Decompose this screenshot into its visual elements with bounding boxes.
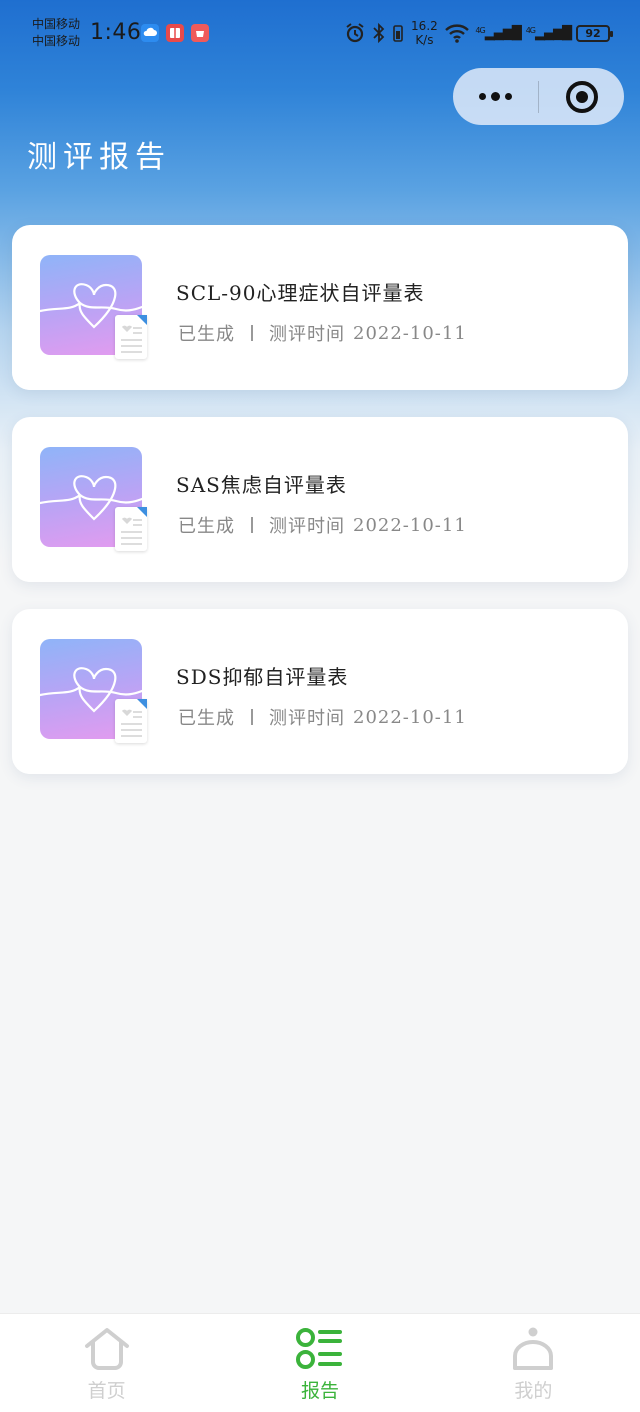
target-icon xyxy=(565,80,598,113)
meta-divider xyxy=(251,517,253,533)
tab-home[interactable]: 首页 xyxy=(0,1314,213,1412)
network-speed: 16.2 K/s xyxy=(411,19,438,47)
status-bar: 中国移动 中国移动 1:46 16.2 K/s 4G▂▄▆█ 4G▂▄▆█ 92 xyxy=(0,0,640,66)
report-card[interactable]: SAS焦虑自评量表 已生成 测评时间 2022-10-11 xyxy=(12,417,628,582)
card-surface: SCL-90心理症状自评量表 已生成 测评时间 2022-10-11 xyxy=(12,225,628,390)
home-icon xyxy=(84,1328,129,1370)
shop-app-icon xyxy=(191,24,209,42)
report-name: SDS抑郁自评量表 xyxy=(176,665,349,689)
user-icon xyxy=(513,1327,554,1370)
time-label: 测评时间 xyxy=(269,324,345,345)
report-date: 2022-10-11 xyxy=(353,514,467,536)
report-status: 已生成 xyxy=(178,324,235,345)
meta-divider xyxy=(251,709,253,725)
tab-bar: 首页 报告 我的 xyxy=(0,1313,640,1412)
more-dot-icon xyxy=(491,92,500,101)
page-title: 测评报告 xyxy=(27,140,171,175)
tab-report-label: 报告 xyxy=(300,1380,339,1402)
close-miniprogram-button[interactable] xyxy=(539,68,624,125)
status-icons: 16.2 K/s 4G▂▄▆█ 4G▂▄▆█ 92 xyxy=(344,18,613,48)
carrier-2: 中国移动 xyxy=(32,34,81,48)
card-surface: SDS抑郁自评量表 已生成 测评时间 2022-10-11 xyxy=(12,609,628,774)
tab-mine[interactable]: 我的 xyxy=(427,1314,640,1412)
report-status: 已生成 xyxy=(178,516,235,537)
document-icon xyxy=(115,315,147,359)
meta-divider xyxy=(251,325,253,341)
tab-mine-label: 我的 xyxy=(514,1380,553,1402)
signal-2-icon: 4G▂▄▆█ xyxy=(525,25,572,41)
report-meta: 已生成 测评时间 2022-10-11 xyxy=(178,512,467,538)
alarm-icon xyxy=(346,23,365,43)
report-date: 2022-10-11 xyxy=(353,322,467,344)
miniprogram-capsule xyxy=(453,68,624,125)
card-surface: SAS焦虑自评量表 已生成 测评时间 2022-10-11 xyxy=(12,417,628,582)
book-app-icon xyxy=(166,24,184,42)
report-card[interactable]: SCL-90心理症状自评量表 已生成 测评时间 2022-10-11 xyxy=(12,225,628,390)
tab-home-label: 首页 xyxy=(87,1380,126,1402)
report-meta: 已生成 测评时间 2022-10-11 xyxy=(178,704,467,730)
battery-small-icon xyxy=(393,25,404,42)
more-button[interactable] xyxy=(453,68,538,125)
cloud-app-icon xyxy=(141,24,159,42)
clock: 1:46 xyxy=(90,20,142,45)
time-label: 测评时间 xyxy=(269,708,345,729)
signal-1-icon: 4G▂▄▆█ xyxy=(475,25,521,41)
report-date: 2022-10-11 xyxy=(353,706,467,728)
carrier-info: 中国移动 中国移动 xyxy=(32,16,80,50)
more-dot-icon xyxy=(479,93,486,100)
report-name: SCL-90心理症状自评量表 xyxy=(176,281,425,305)
report-thumbnail xyxy=(38,447,147,551)
more-dot-icon xyxy=(505,93,512,100)
battery-indicator: 92 xyxy=(576,24,613,42)
report-meta: 已生成 测评时间 2022-10-11 xyxy=(178,320,467,346)
document-icon xyxy=(115,699,147,743)
bluetooth-icon xyxy=(373,22,385,44)
tab-report[interactable]: 报告 xyxy=(213,1314,426,1412)
time-label: 测评时间 xyxy=(269,516,345,537)
report-name: SAS焦虑自评量表 xyxy=(176,473,347,497)
report-status: 已生成 xyxy=(178,708,235,729)
report-thumbnail xyxy=(38,639,147,743)
carrier-1: 中国移动 xyxy=(32,17,81,31)
report-list-icon xyxy=(295,1328,342,1369)
report-card[interactable]: SDS抑郁自评量表 已生成 测评时间 2022-10-11 xyxy=(12,609,628,774)
report-thumbnail xyxy=(38,255,147,359)
document-icon xyxy=(115,507,147,551)
wifi-icon xyxy=(445,24,470,43)
